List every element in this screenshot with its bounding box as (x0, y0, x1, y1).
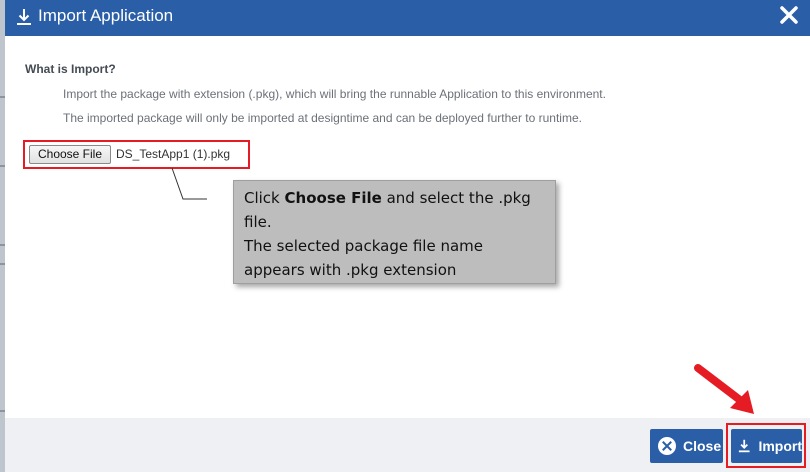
description-line-2: The imported package will only be import… (63, 111, 582, 125)
dialog-title: Import Application (38, 6, 174, 25)
import-button-label: Import (758, 438, 802, 454)
close-circle-icon (658, 437, 676, 455)
description-line-1: Import the package with extension (.pkg)… (63, 87, 606, 101)
download-icon (17, 9, 31, 25)
download-icon (738, 439, 750, 453)
file-input-highlight: Choose File DS_TestApp1 (1).pkg (23, 140, 250, 169)
close-button-label: Close (683, 438, 722, 454)
dialog-footer: Close Import (5, 418, 810, 472)
choose-file-button[interactable]: Choose File (29, 145, 111, 164)
dialog-header: Import Application (5, 0, 810, 36)
selected-file-name: DS_TestApp1 (1).pkg (116, 147, 231, 161)
callout-text-bold: Choose File (284, 189, 382, 207)
import-button-highlight: Import (726, 423, 806, 468)
callout-text-prefix: Click (244, 189, 285, 207)
instruction-callout: Click Choose File and select the .pkg fi… (233, 180, 556, 284)
red-arrow-icon (694, 364, 754, 414)
import-button[interactable]: Import (731, 429, 802, 463)
section-heading: What is Import? (25, 62, 116, 76)
close-button[interactable]: Close (650, 429, 723, 463)
callout-text-line-2: The selected package file name appears w… (244, 237, 483, 279)
close-icon[interactable] (776, 2, 802, 28)
